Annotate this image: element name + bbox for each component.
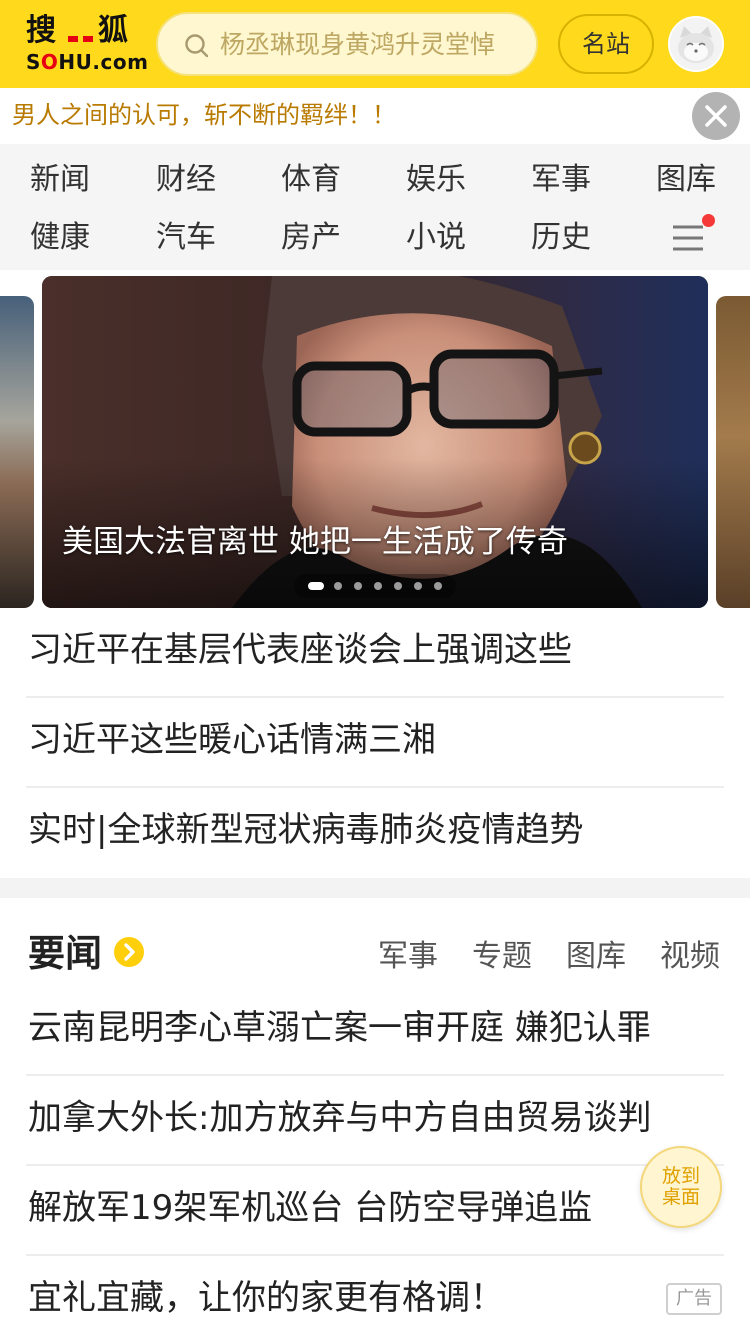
top-header: 搜 狐 SOHU.com 杨丞琳现身黄鸿升灵堂悼 名站: [0, 0, 750, 88]
section-gap: [0, 878, 750, 898]
logo-char-2: 狐: [98, 13, 128, 48]
ticker-text: 男人之间的认可，斩不断的羁绊！！: [12, 101, 396, 129]
chevron-right-icon: [124, 943, 135, 961]
search-placeholder: 杨丞琳现身黄鸿升灵堂悼: [220, 30, 496, 59]
carousel-caption: 美国大法官离世 她把一生活成了传奇: [62, 524, 568, 560]
section-tab-topics[interactable]: 专题: [472, 936, 532, 978]
nav-item-novel[interactable]: 小说: [406, 218, 496, 258]
section-more-button[interactable]: [114, 937, 144, 967]
carousel-dot[interactable]: [394, 582, 402, 590]
nav-item-sports[interactable]: 体育: [281, 160, 371, 200]
section-tab-video[interactable]: 视频: [660, 936, 720, 978]
divider: [26, 1254, 724, 1256]
menu-icon[interactable]: [672, 222, 704, 254]
nav-item-auto[interactable]: 汽车: [156, 218, 246, 258]
ad-badge: 广告: [666, 1283, 722, 1315]
section-title[interactable]: 要闻: [28, 930, 102, 978]
channel-nav: 新闻 财经 体育 娱乐 军事 图库 健康 汽车 房产 小说 历史: [0, 144, 750, 270]
nav-item-news[interactable]: 新闻: [30, 160, 120, 200]
logo-char-1: 搜: [26, 13, 56, 48]
mingzhan-button[interactable]: 名站: [558, 14, 654, 74]
carousel-dot[interactable]: [354, 582, 362, 590]
carousel-next-slide[interactable]: [716, 296, 750, 608]
avatar[interactable]: [668, 16, 724, 72]
add-to-desktop-line2: 桌面: [661, 1186, 700, 1208]
carousel-main-slide[interactable]: 美国大法官离世 她把一生活成了传奇: [42, 276, 708, 608]
carousel-prev-slide[interactable]: [0, 296, 34, 608]
add-to-desktop-button[interactable]: 放到 桌面: [640, 1146, 722, 1228]
carousel-dot[interactable]: [334, 582, 342, 590]
carousel-pagination: [294, 574, 456, 598]
logo-red-bars: [68, 36, 94, 44]
close-button[interactable]: [692, 92, 740, 140]
promo-ticker[interactable]: 男人之间的认可，斩不断的羁绊！！: [0, 88, 750, 144]
news-item-ad[interactable]: 宜礼宜藏，让你的家更有格调！: [28, 1276, 504, 1320]
nav-item-military[interactable]: 军事: [531, 160, 621, 200]
logo-mark: 搜 狐: [24, 12, 142, 48]
section-tab-gallery[interactable]: 图库: [566, 936, 626, 978]
headline-link[interactable]: 习近平在基层代表座谈会上强调这些: [28, 628, 724, 672]
carousel-dot[interactable]: [308, 582, 324, 590]
search-icon: [185, 34, 209, 58]
nav-item-entertainment[interactable]: 娱乐: [406, 160, 496, 200]
news-item[interactable]: 云南昆明李心草溺亡案一审开庭 嫌犯认罪: [28, 1006, 651, 1050]
logo-wordmark: SOHU.com: [26, 50, 149, 74]
nav-item-health[interactable]: 健康: [30, 218, 120, 258]
divider: [26, 696, 724, 698]
carousel-dot[interactable]: [414, 582, 422, 590]
sohu-logo[interactable]: 搜 狐 SOHU.com: [24, 12, 148, 76]
carousel-dot[interactable]: [374, 582, 382, 590]
add-to-desktop-line1: 放到: [661, 1165, 700, 1187]
divider: [26, 1074, 724, 1076]
fox-avatar-icon: [670, 18, 722, 70]
carousel-dot[interactable]: [434, 582, 442, 590]
notification-dot: [702, 214, 715, 227]
news-item[interactable]: 加拿大外长:加方放弃与中方自由贸易谈判: [28, 1096, 651, 1140]
close-icon: [705, 105, 727, 127]
nav-item-finance[interactable]: 财经: [156, 160, 246, 200]
nav-item-history[interactable]: 历史: [531, 218, 621, 258]
nav-item-realestate[interactable]: 房产: [281, 218, 371, 258]
search-input[interactable]: 杨丞琳现身黄鸿升灵堂悼: [156, 12, 538, 76]
headline-link[interactable]: 习近平这些暖心话情满三湘: [28, 718, 724, 762]
headline-link[interactable]: 实时|全球新型冠状病毒肺炎疫情趋势: [28, 808, 724, 852]
nav-item-gallery[interactable]: 图库: [656, 160, 746, 200]
divider: [26, 1164, 724, 1166]
section-tab-military[interactable]: 军事: [378, 936, 438, 978]
divider: [26, 786, 724, 788]
news-item[interactable]: 解放军19架军机巡台 台防空导弹追监: [28, 1186, 592, 1230]
